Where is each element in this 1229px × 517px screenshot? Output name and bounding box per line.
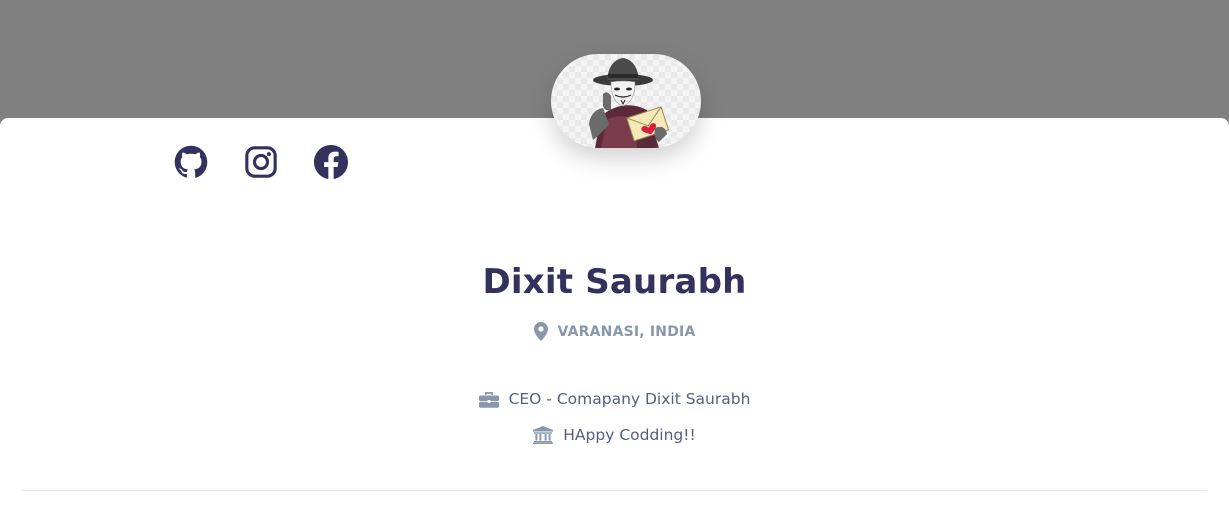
section-divider: [22, 490, 1207, 491]
profile-education: HAppy Codding!!: [0, 426, 1229, 444]
facebook-link[interactable]: [314, 145, 348, 179]
facebook-icon: [314, 145, 348, 179]
location-text: VARANASI, INDIA: [557, 323, 696, 340]
profile-position: CEO - Comapany Dixit Saurabh: [0, 390, 1229, 408]
university-icon: [533, 426, 554, 444]
profile-avatar[interactable]: [551, 54, 701, 148]
github-link[interactable]: [174, 145, 208, 179]
education-text: HAppy Codding!!: [563, 426, 696, 444]
position-text: CEO - Comapany Dixit Saurabh: [508, 390, 751, 408]
profile-location: VARANASI, INDIA: [0, 322, 1229, 341]
instagram-link[interactable]: [244, 145, 278, 179]
map-marker-icon: [533, 322, 548, 341]
avatar-illustration: [589, 58, 670, 148]
instagram-icon: [245, 146, 277, 178]
profile-name: Dixit Saurabh: [482, 262, 747, 302]
github-icon: [174, 145, 208, 178]
briefcase-icon: [478, 391, 499, 408]
